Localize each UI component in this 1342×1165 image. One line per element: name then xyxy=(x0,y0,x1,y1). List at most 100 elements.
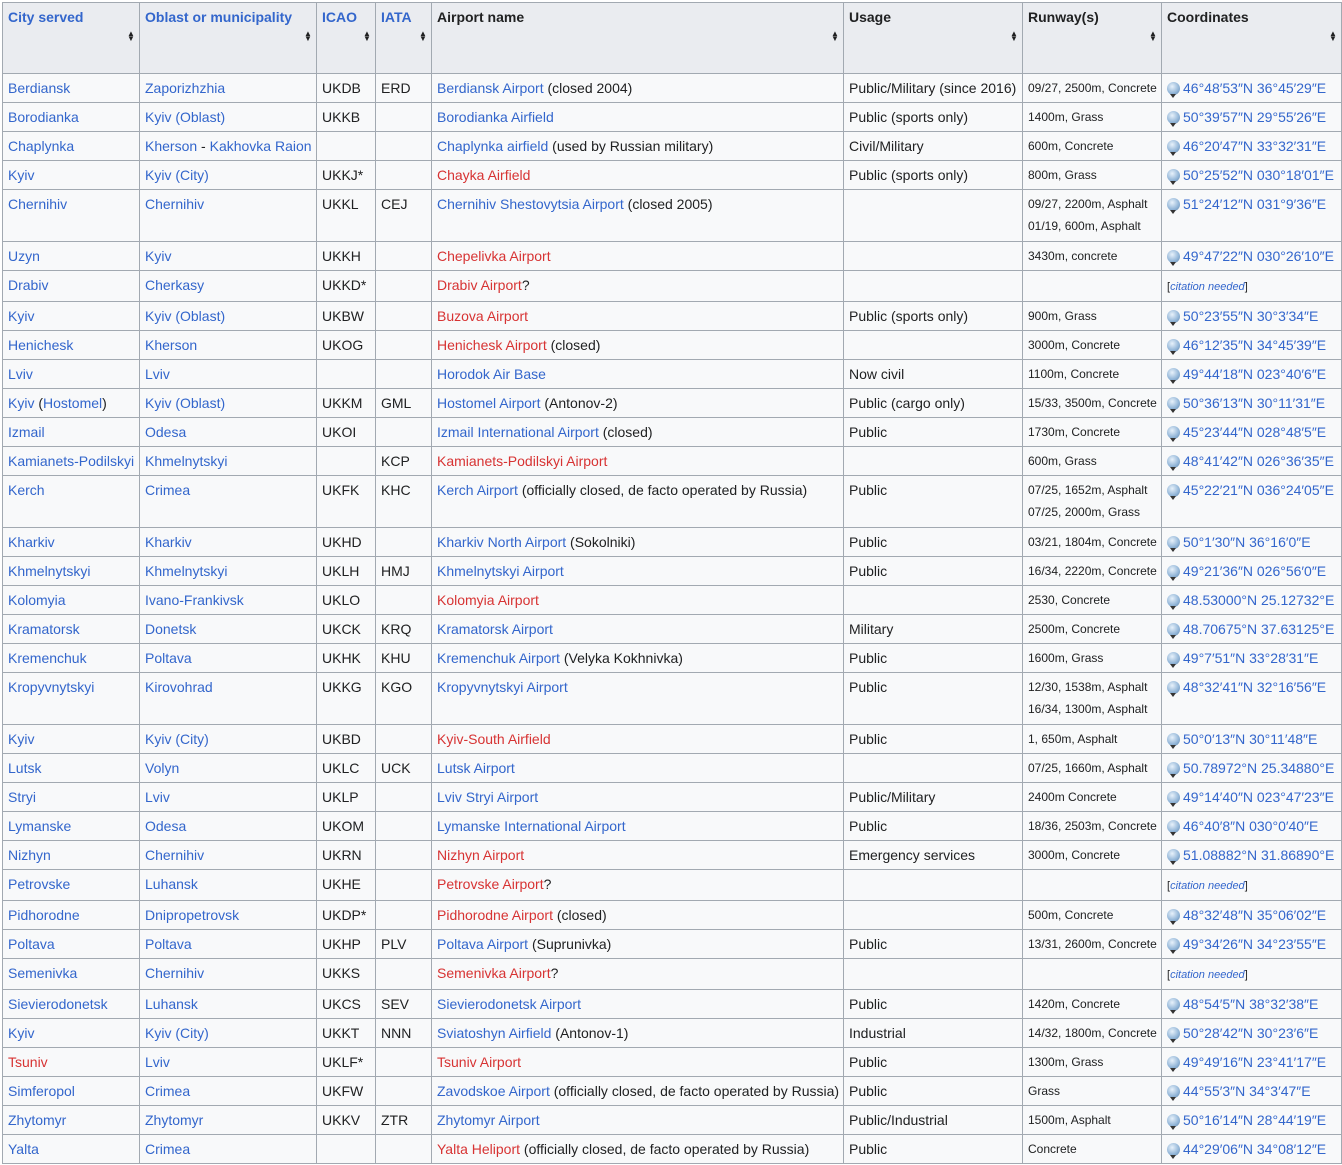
redlink[interactable]: Tsuniv Airport xyxy=(437,1054,521,1070)
link[interactable]: Lviv Stryi Airport xyxy=(437,789,538,805)
coordinates-link[interactable]: 49°7′51″N 33°28′31″E xyxy=(1183,650,1318,666)
link[interactable]: Borodianka Airfield xyxy=(437,109,554,125)
header-icao[interactable]: ICAO ▲ ▼ xyxy=(316,2,376,74)
link[interactable]: Lviv xyxy=(145,789,170,805)
coordinates-link[interactable]: 46°40′8″N 030°0′40″E xyxy=(1183,818,1318,834)
coordinates-link[interactable]: 50°36′13″N 30°11′31″E xyxy=(1183,395,1325,411)
link[interactable]: Kyiv (City) xyxy=(145,1025,209,1041)
link[interactable]: Kyiv xyxy=(8,731,34,747)
link[interactable]: Kolomyia xyxy=(8,592,66,608)
coordinates-link[interactable]: 49°14′40″N 023°47′23″E xyxy=(1183,789,1334,805)
coordinates-link[interactable]: 49°47′22″N 030°26′10″E xyxy=(1183,248,1334,264)
link[interactable]: Borodianka xyxy=(8,109,79,125)
link[interactable]: Luhansk xyxy=(145,996,198,1012)
coordinates-link[interactable]: 50°0′13″N 30°11′48″E xyxy=(1183,731,1317,747)
link[interactable]: Kharkiv North Airport xyxy=(437,534,566,550)
coordinates-link[interactable]: 50°39′57″N 29°55′26″E xyxy=(1183,109,1326,125)
coordinates-link[interactable]: 49°34′26″N 34°23′55″E xyxy=(1183,936,1326,952)
link[interactable]: Kerch Airport xyxy=(437,482,518,498)
link[interactable]: Odesa xyxy=(145,424,186,440)
sort-icon[interactable]: ▲ ▼ xyxy=(419,30,427,43)
link[interactable]: Pidhorodne xyxy=(8,907,80,923)
link[interactable]: Lviv xyxy=(145,366,170,382)
globe-icon[interactable] xyxy=(1167,1114,1180,1130)
link[interactable]: Kyiv xyxy=(8,308,34,324)
link[interactable]: Zhytomyr xyxy=(8,1112,66,1128)
citation-needed-link[interactable]: citation needed xyxy=(1170,880,1245,892)
link[interactable]: Crimea xyxy=(145,482,190,498)
link[interactable]: Hostomel Airport xyxy=(437,395,540,411)
link[interactable]: Lymanske International Airport xyxy=(437,818,626,834)
link[interactable]: Crimea xyxy=(145,1141,190,1157)
link[interactable]: Kherson xyxy=(145,337,197,353)
globe-icon[interactable] xyxy=(1167,426,1180,442)
citation-needed-link[interactable]: citation needed xyxy=(1170,969,1245,981)
link[interactable]: Sievierodonetsk Airport xyxy=(437,996,581,1012)
redlink[interactable]: Tsuniv xyxy=(8,1054,48,1070)
link[interactable]: Chernihiv xyxy=(145,965,204,981)
link[interactable]: Khmelnytskyi xyxy=(8,563,90,579)
link[interactable]: Ivano-Frankivsk xyxy=(145,592,244,608)
link[interactable]: Berdiansk xyxy=(8,80,70,96)
coordinates-link[interactable]: 48°32′41″N 32°16′56″E xyxy=(1183,679,1326,695)
link[interactable]: Kropyvnytskyi xyxy=(8,679,94,695)
link[interactable]: Volyn xyxy=(145,760,179,776)
link[interactable]: Kyiv (Oblast) xyxy=(145,395,225,411)
globe-icon[interactable] xyxy=(1167,733,1180,749)
link[interactable]: Kharkiv xyxy=(8,534,55,550)
header-airport-name[interactable]: Airport name ▲ ▼ xyxy=(431,2,844,74)
link[interactable]: Berdiansk Airport xyxy=(437,80,544,96)
redlink[interactable]: Pidhorodne Airport xyxy=(437,907,553,923)
coordinates-link[interactable]: 50°1′30″N 36°16′0″E xyxy=(1183,534,1311,550)
coordinates-link[interactable]: 50°23′55″N 30°3′34″E xyxy=(1183,308,1318,324)
globe-icon[interactable] xyxy=(1167,1143,1180,1159)
redlink[interactable]: Buzova Airport xyxy=(437,308,528,324)
coordinates-link[interactable]: 49°44′18″N 023°40′6″E xyxy=(1183,366,1326,382)
link[interactable]: Kyiv (Oblast) xyxy=(145,109,225,125)
coordinates-link[interactable]: 48.53000°N 25.12732°E xyxy=(1183,592,1334,608)
globe-icon[interactable] xyxy=(1167,484,1180,500)
link[interactable]: Izmail International Airport xyxy=(437,424,599,440)
link[interactable]: Zavodskoe Airport xyxy=(437,1083,550,1099)
globe-icon[interactable] xyxy=(1167,198,1180,214)
globe-icon[interactable] xyxy=(1167,1085,1180,1101)
link[interactable]: Yalta xyxy=(8,1141,39,1157)
link[interactable]: Hostomel xyxy=(43,395,102,411)
globe-icon[interactable] xyxy=(1167,397,1180,413)
link[interactable]: Lutsk Airport xyxy=(437,760,515,776)
coordinates-link[interactable]: 45°22′21″N 036°24′05″E xyxy=(1183,482,1334,498)
redlink[interactable]: Yalta Heliport xyxy=(437,1141,520,1157)
globe-icon[interactable] xyxy=(1167,455,1180,471)
sort-icon[interactable]: ▲ ▼ xyxy=(1329,30,1337,43)
globe-icon[interactable] xyxy=(1167,368,1180,384)
link[interactable]: Kramatorsk Airport xyxy=(437,621,553,637)
redlink[interactable]: Kyiv-South Airfield xyxy=(437,731,551,747)
link[interactable]: Dnipropetrovsk xyxy=(145,907,239,923)
globe-icon[interactable] xyxy=(1167,909,1180,925)
header-runways[interactable]: Runway(s) ▲ ▼ xyxy=(1022,2,1162,74)
link[interactable]: Sviatoshyn Airfield xyxy=(437,1025,551,1041)
globe-icon[interactable] xyxy=(1167,849,1180,865)
globe-icon[interactable] xyxy=(1167,1056,1180,1072)
link[interactable]: Simferopol xyxy=(8,1083,75,1099)
redlink[interactable]: Kamianets-Podilskyi Airport xyxy=(437,453,607,469)
coordinates-link[interactable]: 48°54′5″N 38°32′38″E xyxy=(1183,996,1318,1012)
coordinates-link[interactable]: 46°20′47″N 33°32′31″E xyxy=(1183,138,1326,154)
link[interactable]: Kerch xyxy=(8,482,45,498)
coordinates-link[interactable]: 50°28′42″N 30°23′6″E xyxy=(1183,1025,1318,1041)
link[interactable]: Izmail xyxy=(8,424,45,440)
sort-icon[interactable]: ▲ ▼ xyxy=(831,30,839,43)
redlink[interactable]: Chayka Airfield xyxy=(437,167,530,183)
coordinates-link[interactable]: 49°21′36″N 026°56′0″E xyxy=(1183,563,1326,579)
header-city-served[interactable]: City served ▲ ▼ xyxy=(2,2,140,74)
link[interactable]: Chaplynka xyxy=(8,138,74,154)
link[interactable]: Chaplynka airfield xyxy=(437,138,548,154)
link[interactable]: Kharkiv xyxy=(145,534,192,550)
sort-icon[interactable]: ▲ ▼ xyxy=(304,30,312,43)
redlink[interactable]: Nizhyn Airport xyxy=(437,847,524,863)
link[interactable]: Kremenchuk Airport xyxy=(437,650,560,666)
link[interactable]: Kherson xyxy=(145,138,197,154)
redlink[interactable]: Semenivka Airport xyxy=(437,965,551,981)
link[interactable]: Poltava Airport xyxy=(437,936,528,952)
link[interactable]: Khmelnytskyi Airport xyxy=(437,563,564,579)
